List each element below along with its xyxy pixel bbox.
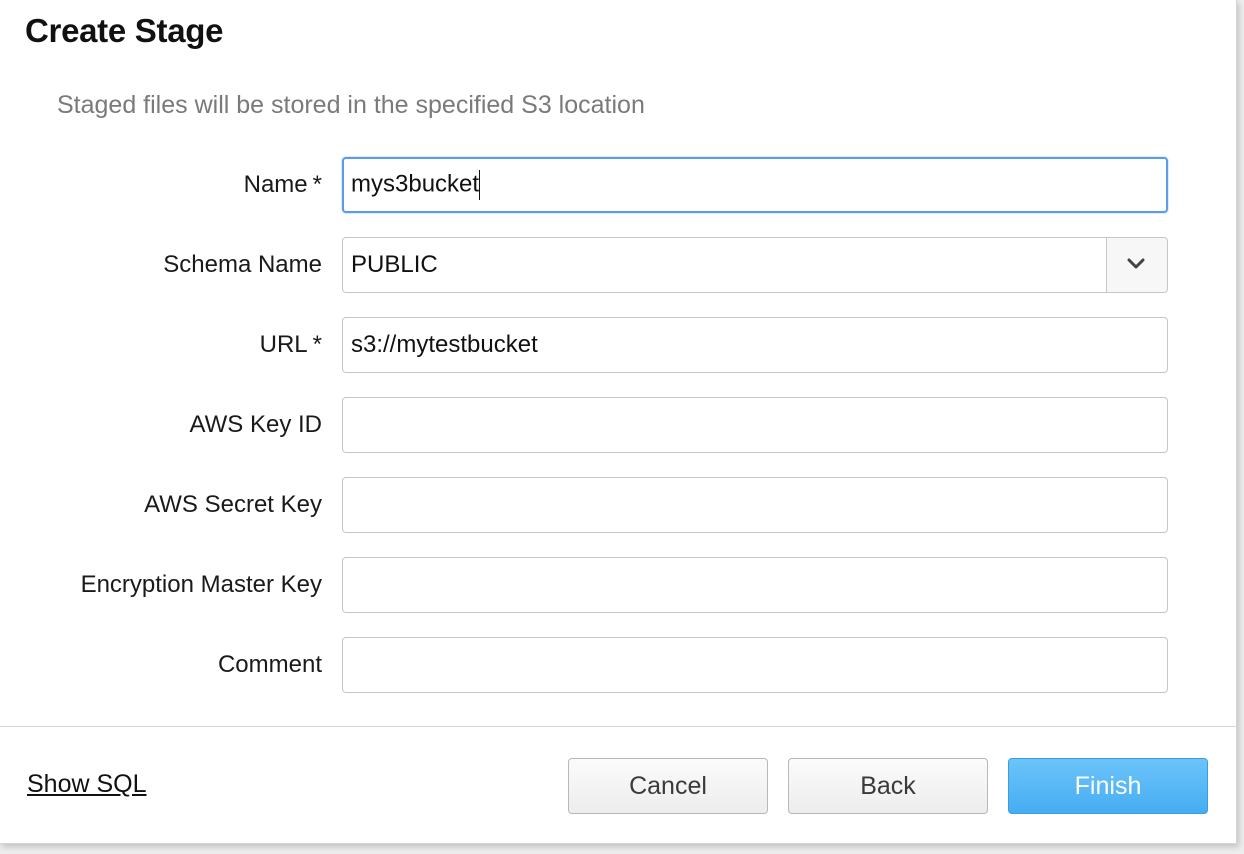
dialog-title: Create Stage — [25, 12, 224, 49]
name-label: Name * — [243, 171, 322, 198]
aws-key-id-input[interactable] — [342, 397, 1168, 453]
text-caret — [479, 170, 481, 200]
required-marker: * — [312, 331, 322, 358]
comment-input[interactable] — [342, 637, 1168, 693]
schema-name-value: PUBLIC — [351, 251, 438, 278]
schema-name-label: Schema Name — [163, 251, 322, 278]
form-row-name: Name * mys3bucket — [0, 157, 1236, 213]
show-sql-link[interactable]: Show SQL — [27, 770, 147, 799]
encryption-master-key-input[interactable] — [342, 557, 1168, 613]
aws-key-id-label: AWS Key ID — [189, 411, 322, 438]
form-row-aws-secret-key: AWS Secret Key — [0, 477, 1236, 533]
required-marker: * — [312, 171, 322, 198]
footer-divider — [0, 726, 1236, 727]
url-input[interactable] — [342, 317, 1168, 373]
back-button[interactable]: Back — [788, 758, 988, 814]
cancel-button[interactable]: Cancel — [568, 758, 768, 814]
encryption-master-key-label: Encryption Master Key — [80, 571, 322, 598]
select-arrow-button[interactable] — [1106, 238, 1167, 292]
form-row-aws-key-id: AWS Key ID — [0, 397, 1236, 453]
aws-secret-key-input[interactable] — [342, 477, 1168, 533]
chevron-down-icon — [1127, 258, 1145, 269]
url-label: URL * — [259, 331, 322, 358]
name-input-value: mys3bucket — [351, 170, 481, 200]
schema-name-select[interactable]: PUBLIC — [342, 237, 1168, 293]
form-row-url: URL * — [0, 317, 1236, 373]
dialog-subtitle: Staged files will be stored in the speci… — [57, 91, 645, 119]
comment-label: Comment — [217, 651, 322, 678]
finish-button[interactable]: Finish — [1008, 758, 1208, 814]
form-row-comment: Comment — [0, 637, 1236, 693]
name-input[interactable]: mys3bucket — [342, 157, 1168, 213]
form-row-schema: Schema Name PUBLIC — [0, 237, 1236, 293]
aws-secret-key-label: AWS Secret Key — [144, 491, 322, 518]
create-stage-dialog: Create Stage Staged files will be stored… — [0, 0, 1237, 844]
form-row-encryption-master-key: Encryption Master Key — [0, 557, 1236, 613]
